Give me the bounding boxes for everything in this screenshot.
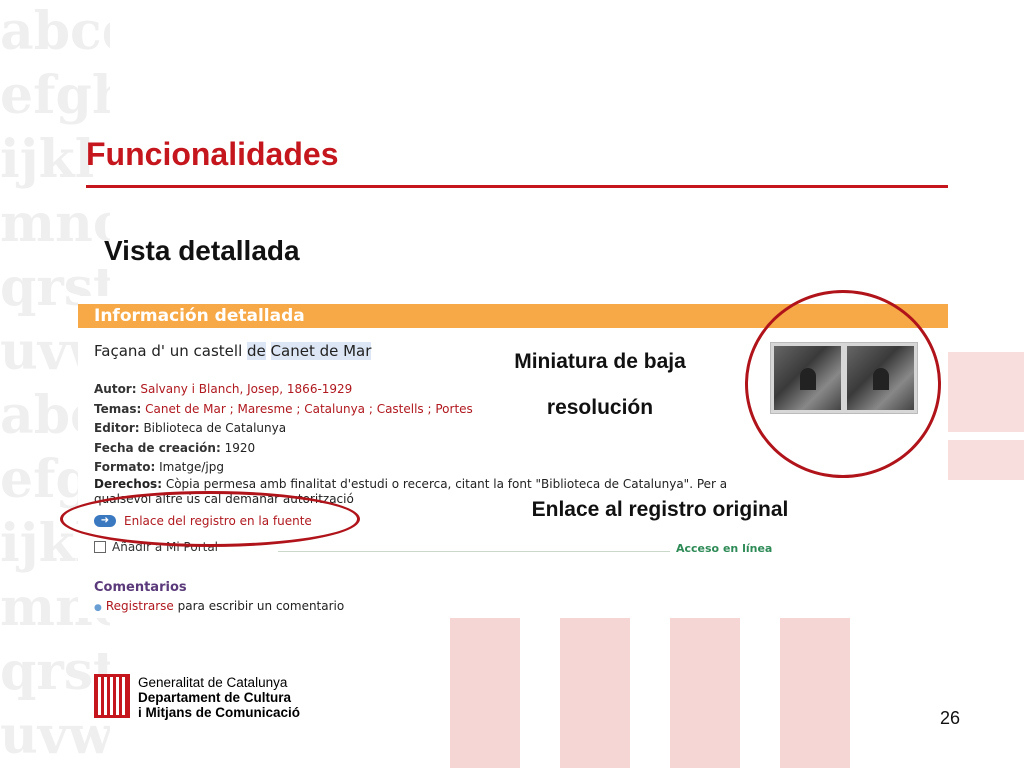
record-title-highlight-2: Canet de Mar [270,342,372,360]
background-stripes [430,600,1024,768]
slide-title: Funcionalidades [86,136,339,172]
field-value: Biblioteca de Catalunya [143,421,287,435]
online-access-label: Acceso en línea [676,542,773,555]
author-link[interactable]: Salvany i Blanch, Josep, 1866-1929 [140,382,352,396]
title-underline [86,185,948,188]
field-value: Imatge/jpg [159,460,224,474]
background-band [944,352,1024,432]
panel-header-label: Información detallada [94,306,305,326]
generalitat-logo-icon [94,674,130,718]
org-line-2: Departament de Cultura [138,690,292,705]
record-title-highlight-1: de [247,342,266,360]
record-title: Façana d' un castell de Canet de Mar [94,342,372,360]
field-label: Editor: [94,421,140,435]
topics-links[interactable]: Canet de Mar ; Maresme ; Catalunya ; Cas… [145,402,473,416]
field-label: Fecha de creación: [94,440,221,455]
org-line-3: i Mitjans de Comunicació [138,705,301,720]
field-value: 1920 [224,440,256,455]
comments-register-line: ● Registrarse para escribir un comentario [94,599,344,613]
field-label: Temas: [94,401,142,416]
slide-subtitle: Vista detallada [104,235,300,266]
bullet-icon: ● [94,603,102,613]
annotation-thumbnail-line1: Miniatura de baja [514,350,686,373]
field-label: Autor: [94,382,137,396]
field-label: Derechos: [94,477,162,491]
page-number: 26 [940,708,961,728]
field-publisher: Editor: Biblioteca de Catalunya [94,419,473,439]
divider [278,551,670,552]
annotation-thumbnail-line2: resolución [546,396,654,419]
field-creation-date: Fecha de creación: 1920 [94,439,473,459]
register-link[interactable]: Registrarse [106,599,174,613]
add-to-portal-checkbox[interactable] [94,541,106,553]
field-format: Formato: Imatge/jpg [94,458,473,478]
comments-heading: Comentarios [94,580,187,595]
background-band [944,440,1024,480]
highlight-ring-thumbnail [745,290,941,478]
record-fields: Autor: Salvany i Blanch, Josep, 1866-192… [94,380,473,478]
field-topics: Temas: Canet de Mar ; Maresme ; Cataluny… [94,400,473,420]
field-label: Formato: [94,460,156,474]
record-title-space [266,342,271,360]
highlight-ring-source-link [60,491,360,547]
annotation-original-link: Enlace al registro original [531,498,789,521]
record-title-prefix: Façana d' un castell [94,342,248,360]
org-line-1: Generalitat de Catalunya [138,675,288,690]
register-suffix: para escribir un comentario [177,599,345,613]
organization-name: Generalitat de Catalunya Departament de … [138,675,300,720]
field-author: Autor: Salvany i Blanch, Josep, 1866-192… [94,380,473,400]
